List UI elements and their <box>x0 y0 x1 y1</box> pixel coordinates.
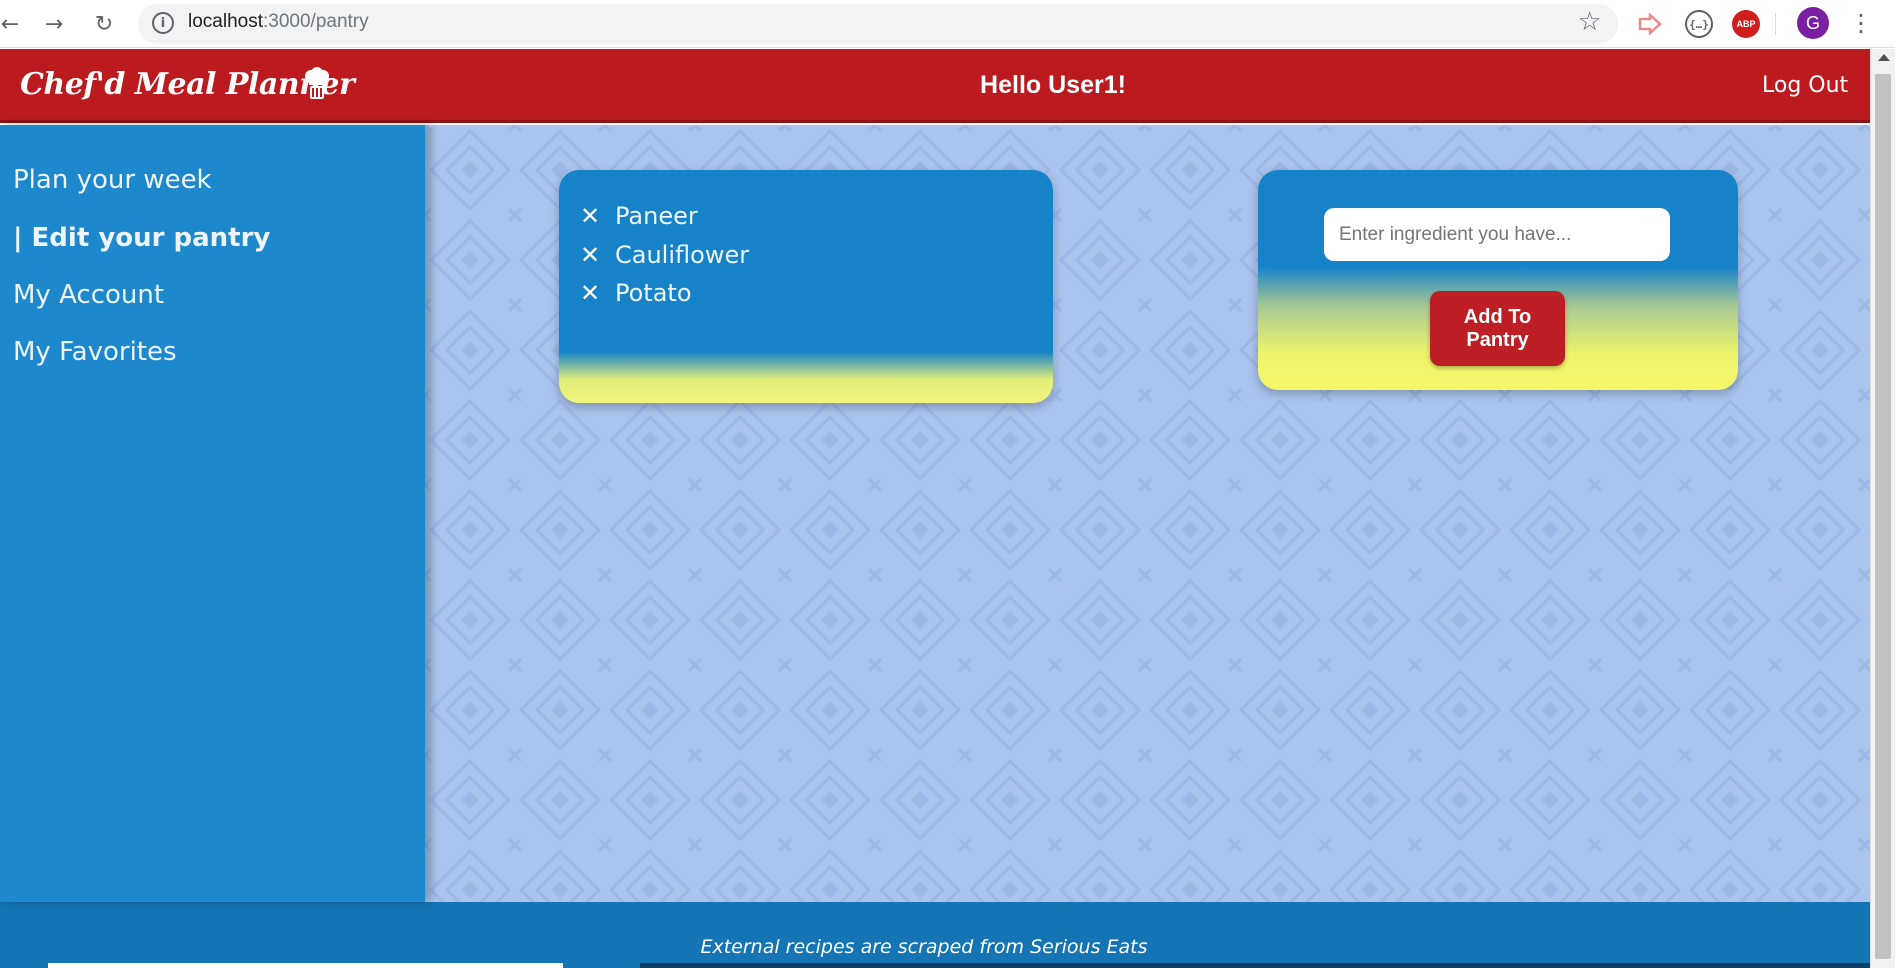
pantry-item-name: Potato <box>615 279 692 307</box>
reload-icon[interactable]: ↻ <box>90 10 118 38</box>
url-host: localhost <box>188 11 263 32</box>
browser-toolbar: ← → ↻ i localhost:3000/pantry ☆ {…} ABP … <box>0 0 1895 48</box>
sidebar-nav: Plan your week | Edit your pantry My Acc… <box>0 125 425 902</box>
extension-icon[interactable] <box>1635 9 1665 39</box>
url-text[interactable]: localhost:3000/pantry <box>188 11 369 33</box>
extension-glyph <box>1638 13 1662 35</box>
remove-icon[interactable]: ✕ <box>579 202 601 230</box>
forward-arrow-icon[interactable]: → <box>40 10 68 38</box>
sidebar-item-plan-week[interactable]: Plan your week <box>13 165 212 195</box>
pantry-item-name: Cauliflower <box>615 241 750 269</box>
adblock-icon[interactable]: ABP <box>1732 10 1760 38</box>
page-footer: External recipes are scraped from Seriou… <box>0 902 1870 968</box>
add-to-pantry-button[interactable]: Add To Pantry <box>1430 291 1565 366</box>
star-icon[interactable]: ☆ <box>1578 7 1601 37</box>
menu-dots-icon[interactable]: ⋮ <box>1849 6 1873 40</box>
sidebar-item-my-account[interactable]: My Account <box>13 280 164 310</box>
user-greeting: Hello User1! <box>980 71 1126 99</box>
pantry-item: ✕ Cauliflower <box>579 241 749 269</box>
pantry-item-name: Paneer <box>615 202 698 230</box>
back-arrow-icon[interactable]: ← <box>0 10 24 38</box>
ingredient-input[interactable] <box>1324 208 1670 261</box>
footer-credit-text: External recipes are scraped from Seriou… <box>700 936 1148 958</box>
scroll-thumb[interactable] <box>1875 74 1891 959</box>
pantry-item: ✕ Paneer <box>579 202 698 230</box>
sidebar-item-edit-pantry[interactable]: | Edit your pantry <box>13 223 270 253</box>
logout-link[interactable]: Log Out <box>1762 73 1848 98</box>
toolbar-divider <box>1775 13 1776 35</box>
info-icon[interactable]: i <box>152 12 174 34</box>
url-path: :3000/pantry <box>263 11 369 32</box>
chef-hat-icon <box>305 67 329 99</box>
sidebar-item-my-favorites[interactable]: My Favorites <box>13 337 177 367</box>
bottom-strip <box>640 963 1870 968</box>
pantry-list-card: ✕ Paneer ✕ Cauliflower ✕ Potato <box>559 170 1053 403</box>
json-viewer-icon[interactable]: {…} <box>1685 10 1713 38</box>
app-header: Chef'd Meal Planner Hello User1! Log Out <box>0 49 1870 123</box>
page-scrollbar[interactable] <box>1870 49 1895 968</box>
profile-avatar[interactable]: G <box>1797 7 1829 39</box>
pantry-item: ✕ Potato <box>579 279 692 307</box>
scroll-up-icon[interactable] <box>1878 54 1890 61</box>
add-ingredient-card: Add To Pantry <box>1258 170 1738 390</box>
footer-text-container: External recipes are scraped from Seriou… <box>0 936 1848 958</box>
remove-icon[interactable]: ✕ <box>579 241 601 269</box>
main-content: ✕ Paneer ✕ Cauliflower ✕ Potato Add To P… <box>425 125 1870 902</box>
remove-icon[interactable]: ✕ <box>579 279 601 307</box>
bottom-strip <box>48 963 563 968</box>
